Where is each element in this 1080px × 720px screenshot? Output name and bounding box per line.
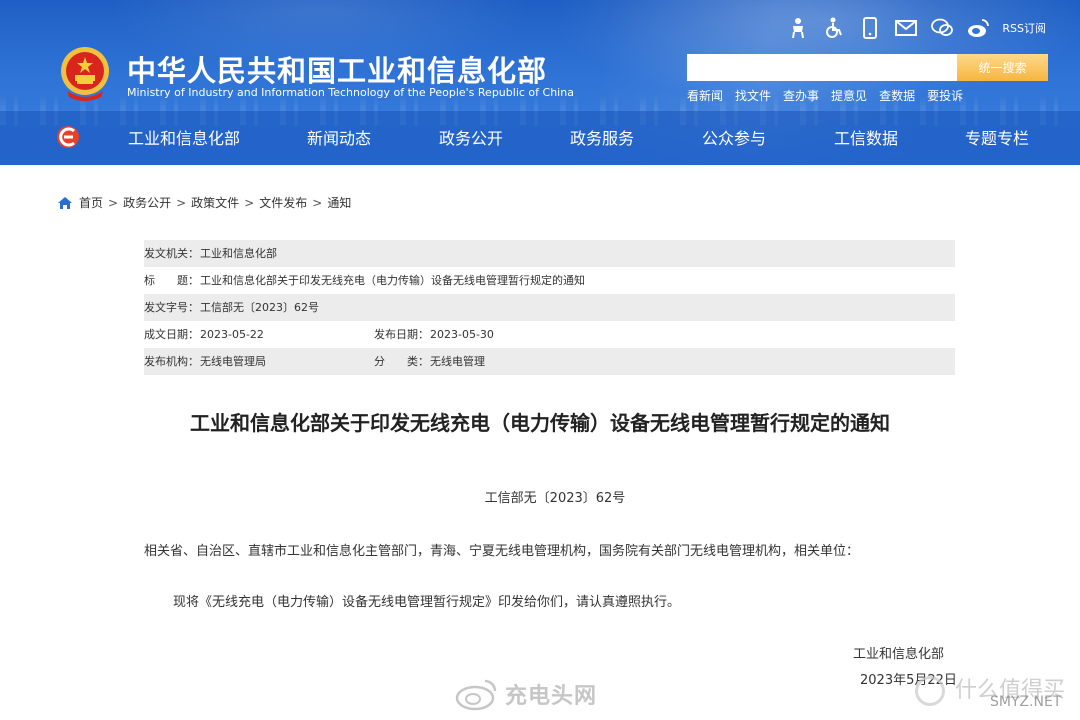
top-icon-bar: RSS订阅: [786, 14, 1046, 42]
nav-item-topics[interactable]: 专题专栏: [965, 125, 1029, 149]
issuer-value: 工业和信息化部: [200, 247, 277, 260]
quick-link-services[interactable]: 查办事: [783, 87, 819, 104]
home-icon[interactable]: [57, 196, 73, 210]
document-recipients: 相关省、自治区、直辖市工业和信息化主管部门，青海、宁夏无线电管理机构，国务院有关…: [144, 544, 860, 559]
info-row-title: 标 题： 工业和信息化部关于印发无线充电（电力传输）设备无线电管理暂行规定的通知: [144, 267, 955, 294]
issuer-label: 发文机关：: [144, 247, 199, 260]
published-value: 2023-05-30: [430, 328, 494, 341]
weibo-watermark-icon: [455, 679, 497, 711]
search-bar: 统一搜索: [687, 54, 1048, 81]
watermark-chongdiantou: 充电头网: [455, 677, 597, 711]
miit-logo-icon[interactable]: [55, 124, 81, 150]
nav-item-data[interactable]: 工信数据: [834, 125, 898, 149]
watermark-left-text: 充电头网: [505, 684, 598, 709]
document-signature-org: 工业和信息化部: [853, 647, 945, 662]
breadcrumb-home[interactable]: 首页: [79, 194, 103, 211]
category-value: 无线电管理: [430, 355, 485, 368]
breadcrumb-file-release[interactable]: 文件发布: [259, 194, 307, 211]
document-body: 现将《无线充电（电力传输）设备无线电管理暂行规定》印发给你们，请认真遵照执行。: [173, 595, 681, 610]
quick-link-data[interactable]: 查数据: [879, 87, 915, 104]
search-button[interactable]: 统一搜索: [957, 54, 1048, 81]
info-row-dates: 成文日期： 2023-05-22 发布日期： 2023-05-30: [144, 321, 955, 348]
breadcrumb-gov-affairs[interactable]: 政务公开: [123, 194, 171, 211]
nav-item-gov-services[interactable]: 政务服务: [570, 125, 634, 149]
quick-link-news[interactable]: 看新闻: [687, 87, 723, 104]
agency-value: 无线电管理局: [200, 355, 266, 368]
published-label: 发布日期：: [374, 328, 429, 341]
nav-item-participation[interactable]: 公众参与: [702, 125, 766, 149]
document-number: 工信部无〔2023〕62号: [484, 491, 626, 506]
breadcrumb-policy-files[interactable]: 政策文件: [191, 194, 239, 211]
mail-icon[interactable]: [894, 16, 918, 40]
info-row-docno: 发文字号： 工信部无〔2023〕62号: [144, 294, 955, 321]
smzdm-watermark-icon: [915, 676, 945, 706]
agency-label: 发布机构：: [144, 355, 199, 368]
created-label: 成文日期：: [144, 328, 199, 341]
nav-item-news[interactable]: 新闻动态: [307, 125, 371, 149]
wheelchair-icon[interactable]: [822, 16, 846, 40]
weibo-icon[interactable]: [966, 16, 990, 40]
site-title: 中华人民共和国工业和信息化部: [127, 56, 548, 88]
nav-item-gov-affairs[interactable]: 政务公开: [439, 125, 503, 149]
search-input[interactable]: [687, 54, 957, 81]
rss-label: RSS订阅: [1002, 22, 1046, 35]
watermark-right-en: SMYZ.NET: [990, 694, 1062, 710]
quick-link-complaint[interactable]: 要投诉: [927, 87, 963, 104]
breadcrumb-notice[interactable]: 通知: [327, 194, 351, 211]
category-label: 分 类：: [374, 355, 429, 368]
quick-link-files[interactable]: 找文件: [735, 87, 771, 104]
mobile-icon[interactable]: [858, 16, 882, 40]
created-value: 2023-05-22: [200, 328, 264, 341]
rss-link[interactable]: RSS订阅: [1002, 20, 1046, 36]
wechat-icon[interactable]: [930, 16, 954, 40]
quick-link-feedback[interactable]: 提意见: [831, 87, 867, 104]
breadcrumb: 首页 > 政务公开 > 政策文件 > 文件发布 > 通知: [57, 194, 351, 211]
accessibility-elder-icon[interactable]: [786, 16, 810, 40]
docno-label: 发文字号：: [144, 301, 199, 314]
title-value: 工业和信息化部关于印发无线充电（电力传输）设备无线电管理暂行规定的通知: [200, 274, 585, 287]
national-emblem-icon: [61, 47, 109, 101]
docno-value: 工信部无〔2023〕62号: [200, 301, 319, 314]
document-info-table: 发文机关： 工业和信息化部 标 题： 工业和信息化部关于印发无线充电（电力传输）…: [144, 240, 955, 375]
quick-links: 看新闻 找文件 查办事 提意见 查数据 要投诉: [687, 87, 963, 104]
info-row-issuer: 发文机关： 工业和信息化部: [144, 240, 955, 267]
title-label: 标 题：: [144, 274, 199, 287]
nav-item-miit[interactable]: 工业和信息化部: [128, 125, 240, 149]
info-row-agency: 发布机构： 无线电管理局 分 类： 无线电管理: [144, 348, 955, 375]
document-title: 工业和信息化部关于印发无线充电（电力传输）设备无线电管理暂行规定的通知: [190, 411, 890, 435]
site-subtitle: Ministry of Industry and Information Tec…: [127, 86, 574, 99]
